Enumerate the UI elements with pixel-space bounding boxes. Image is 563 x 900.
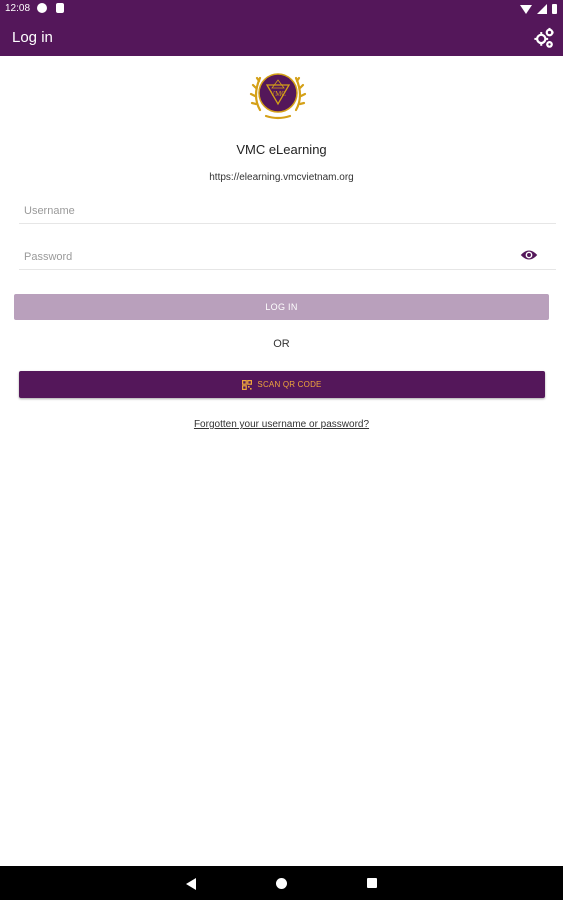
or-divider-text: OR: [273, 338, 290, 350]
login-button[interactable]: LOG IN: [14, 294, 549, 320]
scan-qr-code-label: SCAN QR CODE: [257, 380, 322, 389]
vmc-logo: VMC: [249, 73, 307, 120]
notification-icon: [37, 3, 47, 13]
app-bar: Log in: [0, 18, 563, 56]
settings-gears-icon[interactable]: [533, 27, 555, 49]
password-field[interactable]: [19, 244, 556, 270]
scan-qr-code-button[interactable]: SCAN QR CODE: [19, 371, 545, 398]
status-time: 12:08: [5, 3, 31, 14]
system-nav-bar: [0, 866, 563, 900]
logo-text: VMC: [270, 90, 286, 98]
forgot-credentials-link[interactable]: Forgotten your username or password?: [0, 419, 563, 430]
back-icon[interactable]: [186, 878, 196, 890]
recent-apps-icon[interactable]: [367, 878, 377, 888]
page-title: Log in: [12, 29, 53, 46]
wifi-icon: [520, 4, 532, 14]
signal-icon: [537, 4, 547, 14]
sd-card-icon: [56, 3, 64, 13]
battery-icon: [552, 4, 557, 14]
site-url: https://elearning.vmcvietnam.org: [209, 172, 354, 183]
username-field[interactable]: [19, 198, 556, 224]
status-bar: 12:08: [0, 0, 563, 18]
site-name: VMC eLearning: [236, 142, 327, 157]
qr-code-icon: [242, 379, 253, 390]
home-icon[interactable]: [276, 878, 287, 889]
show-password-eye-icon[interactable]: [520, 248, 538, 262]
status-indicators: [520, 2, 557, 16]
